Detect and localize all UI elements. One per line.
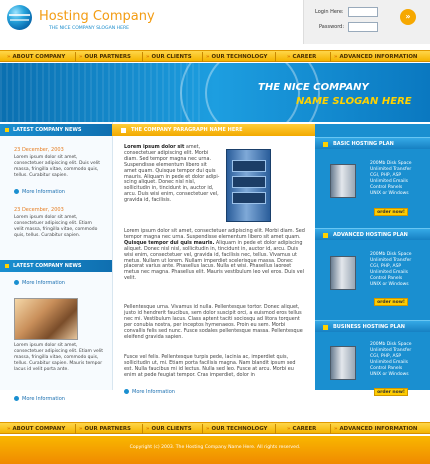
plan-features-basic: 200Mb Disk Space Unlimited Transfer CGI,… xyxy=(370,161,412,196)
plan-features-advanced: 200Mb Disk Space Unlimited Transfer CGI,… xyxy=(370,252,412,287)
nav-about-company[interactable]: » ABOUT COMPANY xyxy=(7,423,65,435)
top-nav: » ABOUT COMPANY » OUR PARTNERS » OUR CLIENT… xyxy=(0,50,430,62)
square-bullet-icon xyxy=(5,128,9,132)
more-information-link[interactable]: More Information xyxy=(124,389,175,395)
more-information-link[interactable]: More Information xyxy=(14,396,65,402)
order-now-button[interactable]: order now! xyxy=(374,298,408,306)
server-drive-bay xyxy=(232,192,266,204)
circle-bullet-icon xyxy=(124,389,129,394)
nav-divider xyxy=(275,424,276,434)
nav-arrow-icon: » xyxy=(146,426,150,432)
center-paragraph-2: Lorem ipsum dolor sit amet, consectetuer… xyxy=(124,228,305,282)
nav-arrow-icon: » xyxy=(7,54,11,60)
server-drive-bay xyxy=(232,176,266,188)
square-bullet-icon xyxy=(323,325,328,330)
plan-heading-business: BUSINESS HOSTING PLAN xyxy=(315,320,430,332)
circle-bullet-icon xyxy=(14,189,19,194)
nav-career[interactable]: » CAREER xyxy=(287,423,316,435)
banner-subtitle: NAME SLOGAN HERE xyxy=(296,96,412,107)
nav-divider xyxy=(330,52,331,62)
nav-divider xyxy=(330,424,331,434)
nav-about-company[interactable]: » ABOUT COMPANY xyxy=(7,51,65,63)
bottom-nav: » ABOUT COMPANY » OUR PARTNERS » OUR CLIENT… xyxy=(0,422,430,434)
square-bullet-icon xyxy=(5,264,9,268)
server-tower-image xyxy=(330,164,356,198)
nav-arrow-icon: » xyxy=(334,54,338,60)
circle-bullet-icon xyxy=(14,280,19,285)
nav-our-technology[interactable]: » OUR TECHNOLOGY xyxy=(206,423,267,435)
password-input[interactable] xyxy=(348,22,378,32)
banner-title: THE NICE COMPANY xyxy=(258,82,369,93)
info-heading: LATEST COMPANY NEWS xyxy=(0,260,112,272)
square-bullet-icon xyxy=(323,233,328,238)
nav-divider xyxy=(75,52,76,62)
nav-divider xyxy=(202,424,203,434)
banner-pattern xyxy=(0,63,200,122)
nav-our-clients[interactable]: » OUR CLIENTS xyxy=(146,51,192,63)
nav-our-technology[interactable]: » OUR TECHNOLOGY xyxy=(206,51,267,63)
nav-arrow-icon: » xyxy=(206,54,210,60)
nav-arrow-icon: » xyxy=(7,426,11,432)
order-now-button[interactable]: order now! xyxy=(374,388,408,396)
order-now-button[interactable]: order now! xyxy=(374,208,408,216)
center-heading: THE COMPANY PARAGRAPH NAME HERE xyxy=(112,124,315,136)
nav-divider xyxy=(202,52,203,62)
nav-arrow-icon: » xyxy=(79,54,83,60)
center-paragraph-1: Lorem ipsum dolor sit amet, consectetuer… xyxy=(124,144,220,204)
nav-divider xyxy=(142,52,143,62)
nav-arrow-icon: » xyxy=(146,54,150,60)
plan-heading-basic: BASIC HOSTING PLAN xyxy=(315,137,430,149)
footer xyxy=(0,436,430,464)
server-tower-image xyxy=(330,346,356,380)
nav-divider xyxy=(75,424,76,434)
nav-our-clients[interactable]: » OUR CLIENTS xyxy=(146,423,192,435)
nav-divider xyxy=(275,52,276,62)
business-people-photo xyxy=(14,298,78,340)
plan-features-business: 200Mb Disk Space Unlimited Transfer CGI,… xyxy=(370,342,412,377)
login-label: Login Here: xyxy=(315,9,344,15)
news-heading: LATEST COMPANY NEWS xyxy=(0,124,112,136)
news-date: 23 December, 2003 xyxy=(14,147,64,153)
more-information-link[interactable]: More Information xyxy=(14,189,65,195)
nav-arrow-icon: » xyxy=(287,54,291,60)
company-name: Hosting Company xyxy=(39,9,155,24)
info-text: Lorem ipsum dolor sit amet, consectetuer… xyxy=(14,343,104,372)
news-text: Lorem ipsum dolor sit amet, consectetuer… xyxy=(14,215,98,238)
center-paragraph-4: Fusce vel felis. Pellentesque turpis ped… xyxy=(124,354,296,378)
plan-heading-advanced: ADVANCED HOSTING PLAN xyxy=(315,228,430,240)
news-date: 23 December, 2003 xyxy=(14,207,64,213)
nav-advanced-information[interactable]: » ADVANCED INFORMATION xyxy=(334,51,417,63)
circle-bullet-icon xyxy=(14,396,19,401)
server-rack-image xyxy=(226,149,271,222)
nav-career[interactable]: » CAREER xyxy=(287,51,316,63)
globe-logo-icon xyxy=(7,5,32,30)
more-information-link[interactable]: More Information xyxy=(14,280,65,286)
nav-arrow-icon: » xyxy=(334,426,338,432)
nav-our-partners[interactable]: » OUR PARTNERS xyxy=(79,423,131,435)
company-slogan: THE NICE COMPANY SLOGAN HERE xyxy=(49,26,130,31)
login-go-button[interactable]: » xyxy=(400,9,416,25)
login-input[interactable] xyxy=(348,7,378,17)
nav-arrow-icon: » xyxy=(287,426,291,432)
nav-arrow-icon: » xyxy=(79,426,83,432)
center-paragraph-3: Pellentesque urna. Vivamus id nulla. Pel… xyxy=(124,304,303,340)
nav-advanced-information[interactable]: » ADVANCED INFORMATION xyxy=(334,423,417,435)
copyright-text: Copyright (c) 2003. The Hosting Company … xyxy=(129,445,301,450)
server-drive-bay xyxy=(232,160,266,172)
server-tower-image xyxy=(330,256,356,290)
nav-divider xyxy=(142,424,143,434)
news-text: Lorem ipsum dolor sit amet, consectetuer… xyxy=(14,155,100,178)
nav-our-partners[interactable]: » OUR PARTNERS xyxy=(79,51,131,63)
square-bullet-icon xyxy=(323,142,328,147)
password-label: Password: xyxy=(319,24,345,30)
square-bullet-icon xyxy=(121,128,126,133)
nav-arrow-icon: » xyxy=(206,426,210,432)
